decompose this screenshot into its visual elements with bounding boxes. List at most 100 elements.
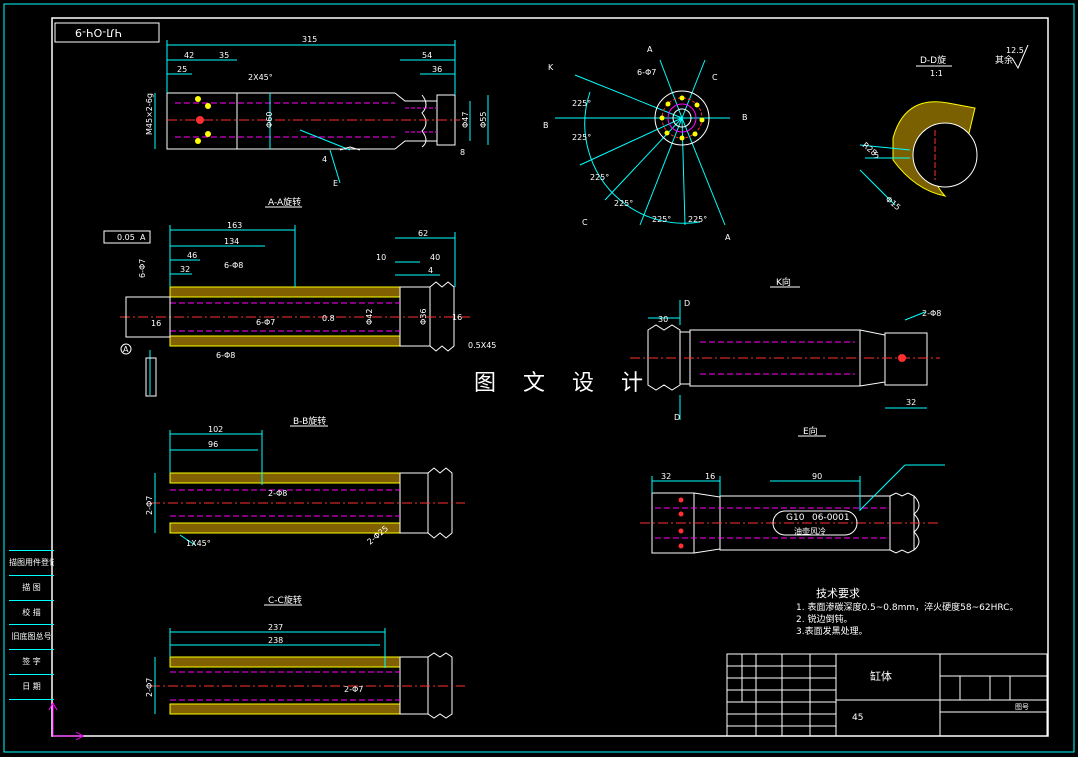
dim-text: 6-Φ8 — [216, 351, 235, 360]
dim-text: Φ36 — [419, 309, 428, 325]
drawing-no: 图号 — [1015, 703, 1029, 711]
dim-text: E — [333, 179, 338, 188]
watermark: 图 文 设 计 — [474, 371, 653, 396]
dim-text: 1X45° — [186, 539, 211, 548]
dim-text: 46 — [187, 251, 197, 260]
flange-view — [555, 59, 730, 226]
e-dims: 32 16 90 G10 06-0001 油壶风冷 — [661, 472, 850, 536]
tech-item: 2. 锐边倒钝。 — [796, 615, 853, 625]
dim-text: 16 — [452, 313, 462, 322]
dim-text: 315 — [302, 35, 317, 44]
dim-text: C — [582, 218, 588, 227]
dim-text: 06-0001 — [812, 513, 850, 523]
cc-view — [150, 628, 465, 719]
side-cell: 签 字 — [9, 650, 54, 675]
surface-note: 其余 — [995, 54, 1013, 66]
dim-text: Φ47 — [461, 112, 470, 128]
dim-text: 6-Φ7 — [256, 318, 275, 327]
dim-text: 225° — [572, 133, 591, 142]
view-title-e: E向 — [803, 425, 818, 437]
dim-text: 225° — [590, 173, 609, 182]
dim-text: 225° — [614, 199, 633, 208]
dim-text: 62 — [418, 229, 428, 238]
dim-text: K — [548, 63, 554, 72]
roughness-value: 12.5 — [1006, 46, 1024, 55]
dim-text: 8 — [460, 148, 465, 157]
dim-text: 238 — [268, 636, 283, 645]
side-table: 描图用件登记 描 图 校 描 旧底图总号 签 字 日 期 — [9, 550, 54, 700]
dim-text: 32 — [661, 472, 671, 481]
part-name: 缸体 — [870, 669, 892, 683]
dim-text: 10 — [376, 253, 386, 262]
dim-text: 0.5X45 — [468, 341, 496, 350]
dim-text: Φ42 — [365, 309, 374, 325]
dim-text: 2-Φ7 — [344, 685, 363, 694]
dim-text: A — [140, 233, 146, 242]
dim-text: 90 — [812, 472, 822, 481]
dim-text: G10 — [786, 513, 805, 523]
view-scale-dd: 1:1 — [930, 69, 943, 78]
dim-text: 54 — [422, 51, 432, 60]
ucs-icon — [48, 701, 85, 741]
aa-view — [103, 225, 470, 397]
dim-text: M45×2-6g — [145, 93, 154, 135]
side-cell: 旧底图总号 — [9, 625, 54, 651]
dim-text: 35 — [219, 51, 229, 60]
side-cell: 校 描 — [9, 601, 54, 626]
dim-text: 25 — [177, 65, 187, 74]
dim-text: 42 — [184, 51, 194, 60]
dim-text: 32 — [906, 398, 916, 407]
dim-text: 96 — [208, 440, 218, 449]
dim-text: 2-Φ8 — [922, 309, 941, 318]
e-view — [640, 464, 945, 554]
dim-text: 225° — [688, 215, 707, 224]
dim-text: 30 — [658, 315, 668, 324]
dim-text: 237 — [268, 623, 283, 632]
bb-view — [150, 430, 465, 546]
dim-text: D — [674, 413, 680, 422]
dim-text: 2-Φ8 — [268, 489, 287, 498]
dim-text: 225° — [652, 215, 671, 224]
dim-text: 4 — [322, 155, 327, 164]
dim-text: 2-Φ7 — [145, 496, 154, 515]
dim-text: Φ60 — [265, 112, 274, 128]
tech-item: 1. 表面渗碳深度0.5~0.8mm，淬火硬度58~62HRC。 — [796, 603, 1019, 613]
dim-text: 163 — [227, 221, 242, 230]
dim-text: 225° — [572, 99, 591, 108]
dim-text: A — [647, 45, 653, 54]
dim-text: A — [123, 345, 129, 354]
view-title-cc: C-C旋转 — [268, 594, 302, 606]
dim-text: 32 — [180, 265, 190, 274]
view-title-aa: A-A旋转 — [268, 196, 301, 208]
dim-text: 36 — [432, 65, 442, 74]
dim-text: 6-Φ8 — [224, 261, 243, 270]
view-title-k: K向 — [776, 276, 791, 288]
material: 45 — [852, 713, 863, 723]
title-block — [726, 653, 1048, 737]
dim-text: 4 — [428, 266, 433, 275]
dim-text: 16 — [151, 319, 161, 328]
side-cell: 描 图 — [9, 576, 54, 601]
dim-text: 134 — [224, 237, 239, 246]
dim-text: Φ15 — [884, 195, 902, 212]
roughness-symbol: 其余 12.5 — [995, 44, 1029, 70]
dim-text: 16 — [705, 472, 715, 481]
dim-text: 102 — [208, 425, 223, 434]
drawing-code: ЧЛ-ОЧ-9 — [75, 26, 122, 39]
dim-text: B — [543, 121, 549, 130]
dim-text: 5 — [874, 151, 879, 160]
dim-text: 油壶风冷 — [794, 526, 826, 536]
tech-item: 3.表面发黑处理。 — [796, 627, 868, 637]
dim-text: D — [684, 299, 690, 308]
dim-text: 2-Φ7 — [145, 678, 154, 697]
dim-text: 40 — [430, 253, 440, 262]
tech-title: 技术要求 — [816, 587, 860, 600]
dim-text: 0.8 — [322, 314, 335, 323]
dim-text: B — [742, 113, 748, 122]
dim-text: C — [712, 73, 718, 82]
dim-text: 6-Φ7 — [637, 68, 656, 77]
side-cell: 日 期 — [9, 675, 54, 700]
k-view — [630, 300, 940, 420]
view-title-bb: B-B旋转 — [293, 415, 326, 427]
view-title-dd: D-D旋 — [920, 54, 946, 66]
